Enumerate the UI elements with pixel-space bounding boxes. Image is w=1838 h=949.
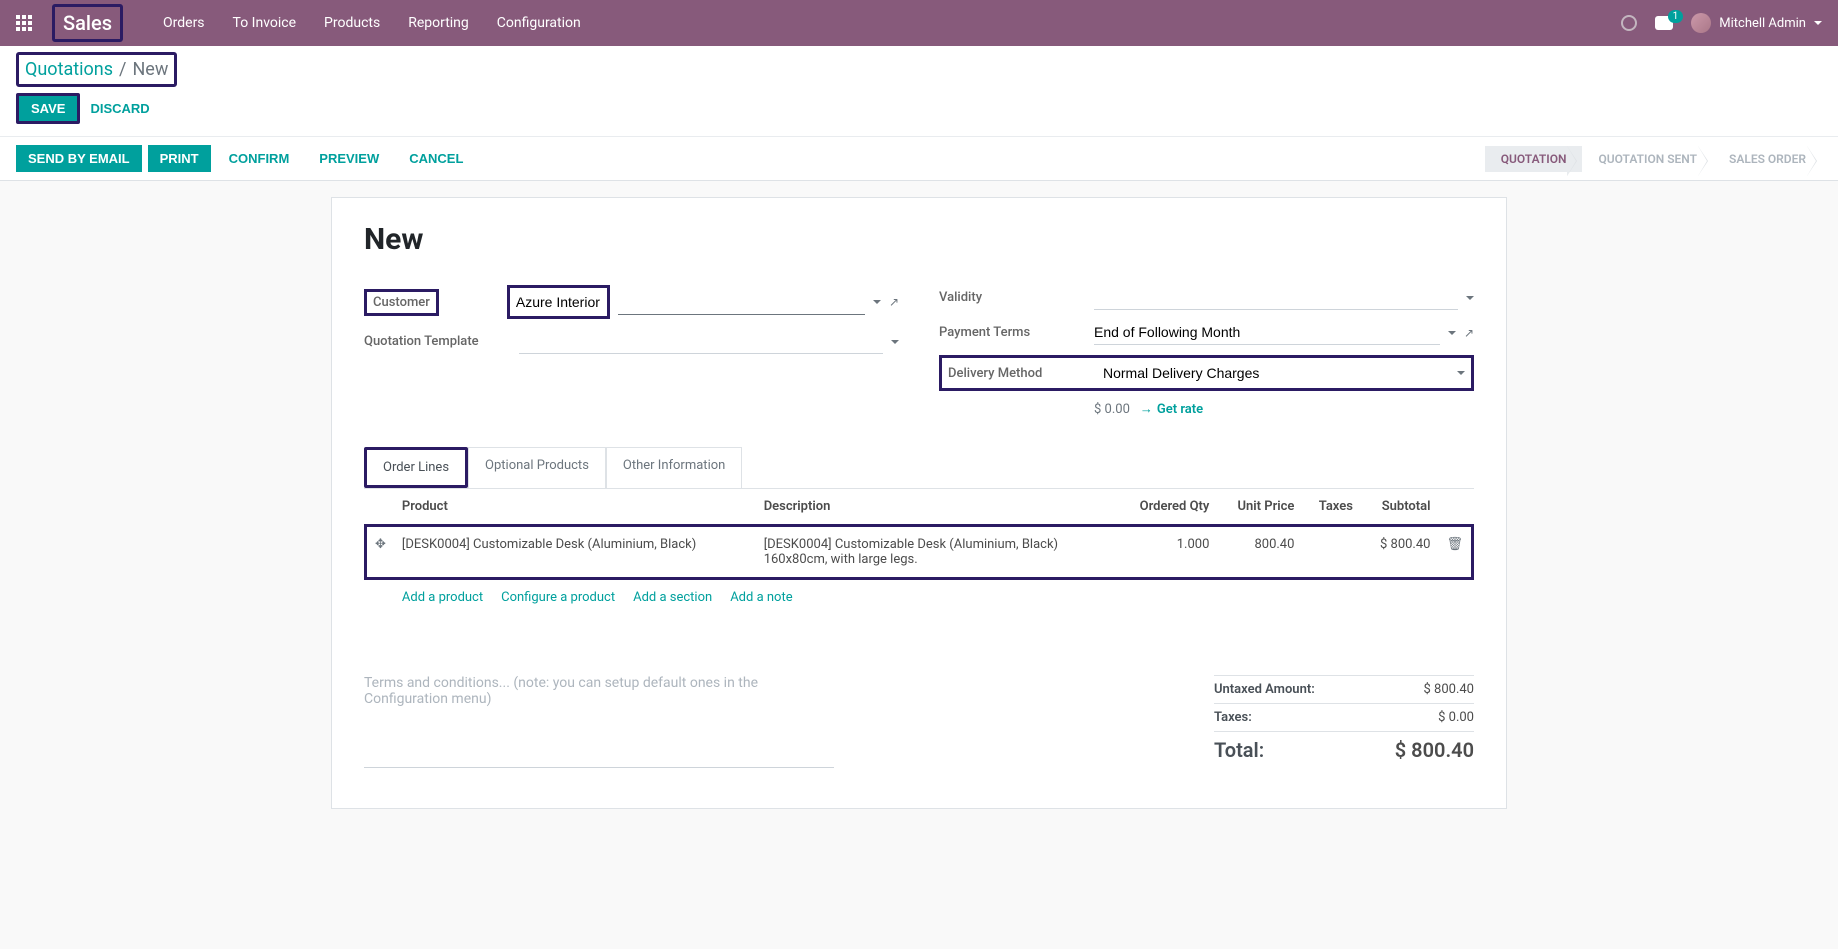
terms-input[interactable]: Terms and conditions... (note: you can s… — [364, 675, 834, 768]
order-lines-table: Product Description Ordered Qty Unit Pri… — [364, 489, 1474, 615]
quotation-template-input[interactable] — [519, 329, 883, 354]
customer-input[interactable] — [516, 290, 601, 314]
customer-input-box — [507, 285, 610, 319]
avatar — [1691, 13, 1711, 33]
breadcrumb-current: New — [132, 59, 168, 80]
chevron-down-icon — [1814, 21, 1822, 29]
add-note-link[interactable]: Add a note — [730, 590, 792, 605]
chevron-down-icon[interactable] — [1466, 296, 1474, 304]
chat-badge: 1 — [1668, 10, 1684, 23]
cell-taxes[interactable] — [1302, 526, 1361, 579]
cell-product[interactable]: [DESK0004] Customizable Desk (Aluminium,… — [394, 526, 756, 579]
cell-description[interactable]: [DESK0004] Customizable Desk (Aluminium,… — [756, 526, 1118, 579]
discard-button[interactable]: DISCARD — [90, 101, 149, 116]
add-section-link[interactable]: Add a section — [633, 590, 712, 605]
table-row[interactable]: ✥ [DESK0004] Customizable Desk (Aluminiu… — [366, 526, 1473, 579]
validity-input[interactable] — [1094, 285, 1458, 310]
col-qty: Ordered Qty — [1117, 489, 1217, 526]
rate-value: $ 0.00 — [1094, 402, 1130, 417]
chevron-down-icon[interactable] — [873, 300, 881, 308]
drag-handle-icon[interactable]: ✥ — [375, 537, 386, 552]
status-bar: QUOTATION QUOTATION SENT SALES ORDER — [1485, 146, 1822, 172]
chevron-down-icon[interactable] — [1448, 331, 1456, 339]
cell-subtotal: $ 800.40 — [1361, 526, 1439, 579]
app-brand[interactable]: Sales — [52, 4, 123, 42]
user-menu[interactable]: Mitchell Admin — [1691, 13, 1822, 33]
print-button[interactable]: PRINT — [148, 145, 211, 172]
untaxed-value: $ 800.40 — [1424, 682, 1475, 697]
nav-configuration[interactable]: Configuration — [497, 15, 581, 31]
breadcrumb-link[interactable]: Quotations — [25, 59, 113, 80]
user-name: Mitchell Admin — [1719, 16, 1806, 31]
status-quotation-sent[interactable]: QUOTATION SENT — [1582, 146, 1713, 172]
totals: Untaxed Amount: $ 800.40 Taxes: $ 0.00 T… — [1214, 675, 1474, 768]
preview-button[interactable]: PREVIEW — [307, 145, 391, 172]
save-button[interactable]: SAVE — [16, 93, 80, 124]
add-product-link[interactable]: Add a product — [402, 590, 483, 605]
chevron-down-icon[interactable] — [1457, 371, 1465, 379]
form-sheet: New Customer ↗ Quotation Template — [331, 197, 1507, 809]
external-link-icon[interactable]: ↗ — [889, 295, 899, 309]
payment-terms-input[interactable] — [1094, 320, 1440, 345]
status-quotation[interactable]: QUOTATION — [1485, 146, 1583, 172]
control-area: Quotations / New SAVE DISCARD — [0, 46, 1838, 137]
total-value: $ 800.40 — [1395, 738, 1474, 762]
col-unit-price: Unit Price — [1217, 489, 1302, 526]
page-title: New — [364, 222, 1474, 257]
tab-order-lines[interactable]: Order Lines — [364, 447, 468, 488]
configure-product-link[interactable]: Configure a product — [501, 590, 615, 605]
label-quotation-template: Quotation Template — [364, 334, 519, 349]
top-nav: Sales Orders To Invoice Products Reporti… — [0, 0, 1838, 46]
col-taxes: Taxes — [1302, 489, 1361, 526]
breadcrumb: Quotations / New — [16, 52, 177, 87]
confirm-button[interactable]: CONFIRM — [217, 145, 302, 172]
label-payment-terms: Payment Terms — [939, 325, 1094, 340]
label-customer: Customer — [364, 289, 439, 316]
nav-reporting[interactable]: Reporting — [408, 15, 469, 31]
nav-products[interactable]: Products — [324, 15, 380, 31]
untaxed-label: Untaxed Amount: — [1214, 682, 1315, 697]
delivery-method-input[interactable] — [1103, 361, 1449, 385]
taxes-value: $ 0.00 — [1438, 710, 1474, 725]
customer-input-ext[interactable] — [618, 290, 865, 315]
label-delivery-method: Delivery Method — [948, 366, 1103, 381]
action-bar: SEND BY EMAIL PRINT CONFIRM PREVIEW CANC… — [0, 137, 1838, 181]
col-description: Description — [756, 489, 1118, 526]
chevron-down-icon[interactable] — [891, 340, 899, 348]
topnav-menu: Orders To Invoice Products Reporting Con… — [163, 15, 581, 31]
tab-other-information[interactable]: Other Information — [606, 447, 742, 488]
apps-icon[interactable] — [16, 15, 32, 31]
cell-unit-price[interactable]: 800.40 — [1217, 526, 1302, 579]
status-sales-order[interactable]: SALES ORDER — [1713, 146, 1822, 172]
breadcrumb-sep: / — [119, 59, 126, 80]
total-label: Total: — [1214, 738, 1264, 762]
tabs: Order Lines Optional Products Other Info… — [364, 447, 1474, 489]
label-validity: Validity — [939, 290, 1094, 305]
external-link-icon[interactable]: ↗ — [1464, 326, 1474, 340]
cell-qty[interactable]: 1.000 — [1117, 526, 1217, 579]
col-subtotal: Subtotal — [1361, 489, 1439, 526]
clock-icon[interactable] — [1621, 15, 1637, 31]
get-rate-link[interactable]: → Get rate — [1140, 401, 1203, 417]
send-by-email-button[interactable]: SEND BY EMAIL — [16, 145, 142, 172]
cancel-button[interactable]: CANCEL — [397, 145, 475, 172]
trash-icon[interactable]: 🗑 — [1446, 537, 1463, 552]
chat-icon[interactable]: 1 — [1655, 16, 1673, 30]
nav-orders[interactable]: Orders — [163, 15, 205, 31]
col-product: Product — [394, 489, 756, 526]
taxes-label: Taxes: — [1214, 710, 1252, 725]
tab-optional-products[interactable]: Optional Products — [468, 447, 606, 488]
nav-to-invoice[interactable]: To Invoice — [233, 15, 297, 31]
